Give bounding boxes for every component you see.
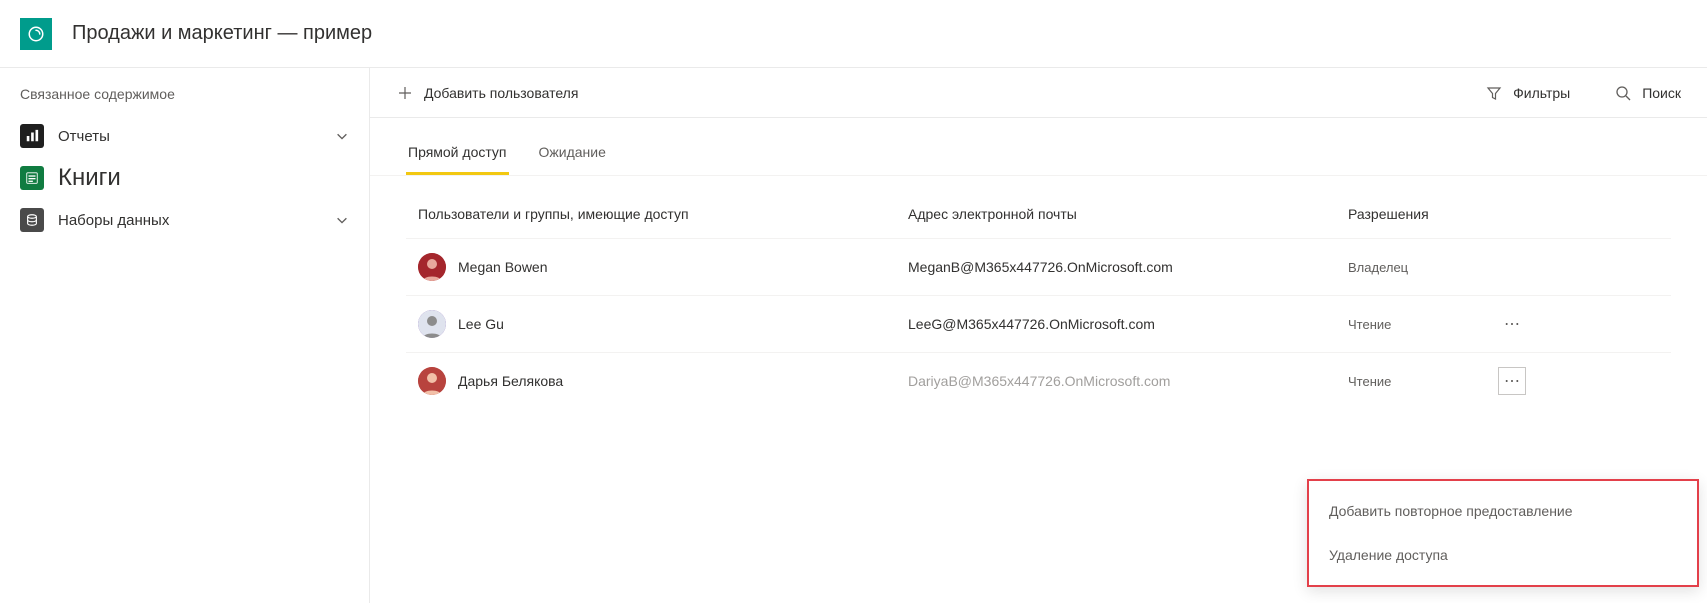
context-menu: Добавить повторное предоставление Удален… [1307,479,1699,587]
tab-direct-access[interactable]: Прямой доступ [406,134,509,175]
main-content: Добавить пользователя Фильтры Поиск [370,68,1707,603]
avatar [418,253,446,281]
sidebar-item-label: Наборы данных [58,212,169,229]
chevron-down-icon [335,129,349,143]
user-name: Megan Bowen [458,259,548,275]
user-email: LeeG@M365x447726.OnMicrosoft.com [908,316,1348,332]
col-perm: Разрешения [1348,206,1498,222]
filter-icon [1485,84,1503,102]
avatar [418,367,446,395]
user-permission: Чтение [1348,374,1498,389]
col-email: Адрес электронной почты [908,206,1348,222]
avatar [418,310,446,338]
sidebar-title: Связанное содержимое [0,82,369,116]
search-label: Поиск [1642,85,1681,101]
tab-pending[interactable]: Ожидание [537,134,608,175]
user-permission: Владелец [1348,260,1498,275]
table-header: Пользователи и группы, имеющие доступ Ад… [406,196,1671,238]
app-icon [20,18,52,50]
filters-button[interactable]: Фильтры [1477,78,1578,108]
books-icon [20,166,44,190]
row-more-button[interactable]: ⋯ [1498,367,1526,395]
user-name: Lee Gu [458,316,504,332]
sidebar-item-books[interactable]: Книги [0,156,369,200]
reports-icon [20,124,44,148]
add-user-button[interactable]: Добавить пользователя [388,78,586,108]
user-permission: Чтение [1348,317,1498,332]
plus-icon [396,84,414,102]
user-name: Дарья Белякова [458,373,563,389]
search-icon [1614,84,1632,102]
datasets-icon [20,208,44,232]
sidebar-item-label: Книги [58,164,121,192]
row-more-button[interactable]: ⋯ [1498,310,1526,338]
ctx-remove-access[interactable]: Удаление доступа [1309,533,1697,577]
sidebar-item-label: Отчеты [58,128,110,145]
toolbar: Добавить пользователя Фильтры Поиск [370,68,1707,118]
col-user: Пользователи и группы, имеющие доступ [418,206,908,222]
access-table: Пользователи и группы, имеющие доступ Ад… [370,176,1707,409]
page-header: Продажи и маркетинг — пример [0,0,1707,68]
chevron-down-icon [335,213,349,227]
table-row: Lee Gu LeeG@M365x447726.OnMicrosoft.com … [406,295,1671,352]
filters-label: Фильтры [1513,85,1570,101]
sidebar: Связанное содержимое Отчеты Книги Наборы… [0,68,370,603]
add-user-label: Добавить пользователя [424,85,578,101]
user-email: MeganB@M365x447726.OnMicrosoft.com [908,259,1348,275]
sidebar-item-reports[interactable]: Отчеты [0,116,369,156]
user-email: DariyaB@M365x447726.OnMicrosoft.com [908,373,1348,389]
tabs: Прямой доступ Ожидание [370,118,1707,176]
ctx-add-reshare[interactable]: Добавить повторное предоставление [1309,489,1697,533]
page-title: Продажи и маркетинг — пример [72,22,372,45]
search-button[interactable]: Поиск [1606,78,1689,108]
table-row: Дарья Белякова DariyaB@M365x447726.OnMic… [406,352,1671,409]
sidebar-item-datasets[interactable]: Наборы данных [0,200,369,240]
table-row: Megan Bowen MeganB@M365x447726.OnMicroso… [406,238,1671,295]
